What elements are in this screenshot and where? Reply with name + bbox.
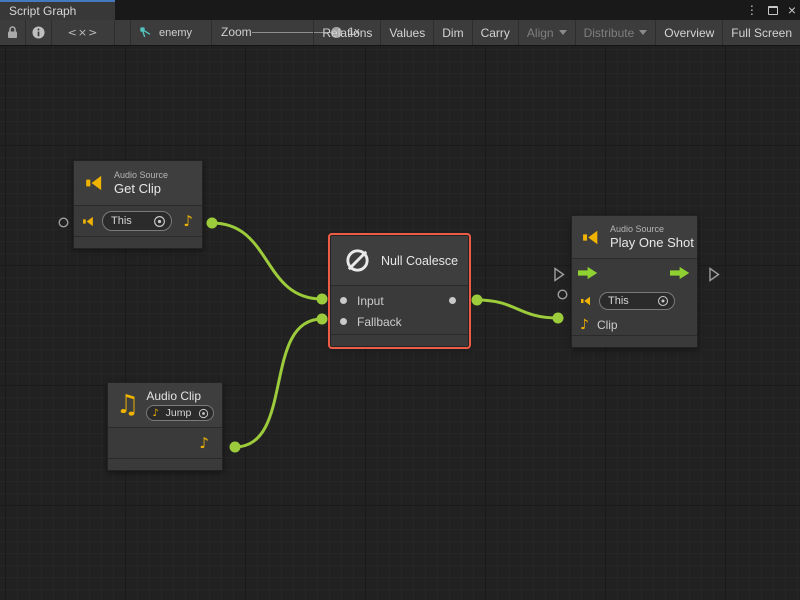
distribute-dropdown[interactable]: Distribute <box>575 20 656 45</box>
node-null-coalesce[interactable]: Null Coalesce Input Fallback <box>330 235 469 347</box>
breadcrumb-graph-name: enemy <box>159 27 192 39</box>
jump-object-field[interactable]: ♪ Jump <box>146 405 214 421</box>
this-object-field[interactable]: This <box>599 292 675 310</box>
audio-clip-mini-icon: ♪ <box>152 408 158 419</box>
object-picker-icon[interactable] <box>198 408 209 419</box>
audio-source-icon <box>579 295 593 307</box>
node-header: Audio Source Get Clip <box>74 161 202 206</box>
zoom-label: Zoom <box>221 20 252 45</box>
node-footer <box>331 334 468 346</box>
node-title: Get Clip <box>114 181 168 196</box>
flow-out-triangle-icon[interactable] <box>708 267 720 282</box>
node-header: ♫ Audio Clip ♪ Jump <box>108 383 222 428</box>
full-screen-button[interactable]: Full Screen <box>722 20 800 45</box>
fallback-port[interactable] <box>340 318 347 325</box>
script-graph-window: Script Graph ⋮ × <×> <box>0 0 800 600</box>
window-controls: ⋮ × <box>746 0 796 20</box>
node-footer <box>572 335 697 347</box>
node-play-one-shot[interactable]: Audio Source Play One Shot This <box>571 215 698 348</box>
output-row: ♪ <box>108 428 222 458</box>
input-port-label: Input <box>357 294 384 308</box>
object-picker-icon[interactable] <box>657 295 669 307</box>
flow-in-arrow-icon[interactable] <box>578 266 599 280</box>
align-label: Align <box>527 26 554 40</box>
audio-clip-icon: ♫ <box>116 392 139 418</box>
tab-script-graph[interactable]: Script Graph <box>0 0 115 20</box>
toolbar-buttons: Relations Values Dim Carry Align Distrib… <box>313 20 800 45</box>
overview-button[interactable]: Overview <box>655 20 722 45</box>
audio-clip-output-icon[interactable]: ♪ <box>199 434 209 452</box>
audio-source-icon <box>81 215 96 228</box>
lock-icon <box>7 26 18 39</box>
audio-clip-output-icon[interactable]: ♪ <box>183 212 193 230</box>
node-title: Null Coalesce <box>381 254 458 268</box>
graph-icon <box>139 26 153 40</box>
relations-button[interactable]: Relations <box>313 20 380 45</box>
node-header: Audio Source Play One Shot <box>572 216 697 259</box>
maximize-icon[interactable] <box>768 6 778 15</box>
code-view-button[interactable]: <×> <box>52 20 115 45</box>
tab-bar: Script Graph ⋮ × <box>0 0 800 20</box>
node-title: Play One Shot <box>610 235 694 250</box>
input-port[interactable] <box>340 297 347 304</box>
unconnected-target-port-icon[interactable] <box>58 217 69 228</box>
node-footer <box>108 458 222 470</box>
audio-source-icon <box>83 173 106 193</box>
close-icon[interactable]: × <box>788 0 796 20</box>
target-port-row: This <box>572 287 697 314</box>
chevron-down-icon <box>559 30 567 35</box>
target-port-row: This ♪ <box>74 206 202 236</box>
this-value: This <box>608 295 629 307</box>
dim-button[interactable]: Dim <box>433 20 471 45</box>
flow-in-triangle-icon[interactable] <box>553 267 565 282</box>
carry-button[interactable]: Carry <box>472 20 518 45</box>
audio-source-icon <box>580 228 602 247</box>
null-coalesce-icon <box>344 247 371 274</box>
flow-port-row <box>572 259 697 287</box>
clip-port-row: ♪ Clip <box>572 314 697 335</box>
output-port[interactable] <box>449 297 456 304</box>
node-category: Audio Source <box>610 224 694 234</box>
node-title: Audio Clip <box>146 389 214 403</box>
clip-input-icon: ♪ <box>580 317 589 333</box>
node-get-clip[interactable]: Audio Source Get Clip This ♪ <box>73 160 203 249</box>
flow-out-arrow-icon[interactable] <box>670 266 691 280</box>
fallback-port-label: Fallback <box>357 315 402 329</box>
this-object-field[interactable]: This <box>102 211 172 231</box>
distribute-label: Distribute <box>584 26 635 40</box>
node-footer <box>74 236 202 248</box>
node-audio-clip[interactable]: ♫ Audio Clip ♪ Jump ♪ <box>107 382 223 471</box>
kebab-menu-icon[interactable]: ⋮ <box>746 0 758 20</box>
this-value: This <box>111 215 132 227</box>
fallback-port-row: Fallback <box>331 311 468 332</box>
chevron-down-icon <box>639 30 647 35</box>
object-picker-icon[interactable] <box>153 215 166 228</box>
breadcrumb[interactable]: enemy <box>130 20 212 45</box>
values-button[interactable]: Values <box>380 20 433 45</box>
clip-port-label: Clip <box>597 318 618 332</box>
node-header: Null Coalesce <box>331 236 468 286</box>
align-dropdown[interactable]: Align <box>518 20 575 45</box>
unconnected-target-port-icon[interactable] <box>557 289 568 300</box>
info-button[interactable] <box>26 20 52 45</box>
jump-value: Jump <box>166 407 192 419</box>
node-category: Audio Source <box>114 170 168 180</box>
lock-button[interactable] <box>0 20 26 45</box>
graph-toolbar: <×> enemy Zoom 1x Relations Values Dim C… <box>0 20 800 46</box>
input-port-row: Input <box>331 290 468 311</box>
info-icon <box>32 26 45 39</box>
